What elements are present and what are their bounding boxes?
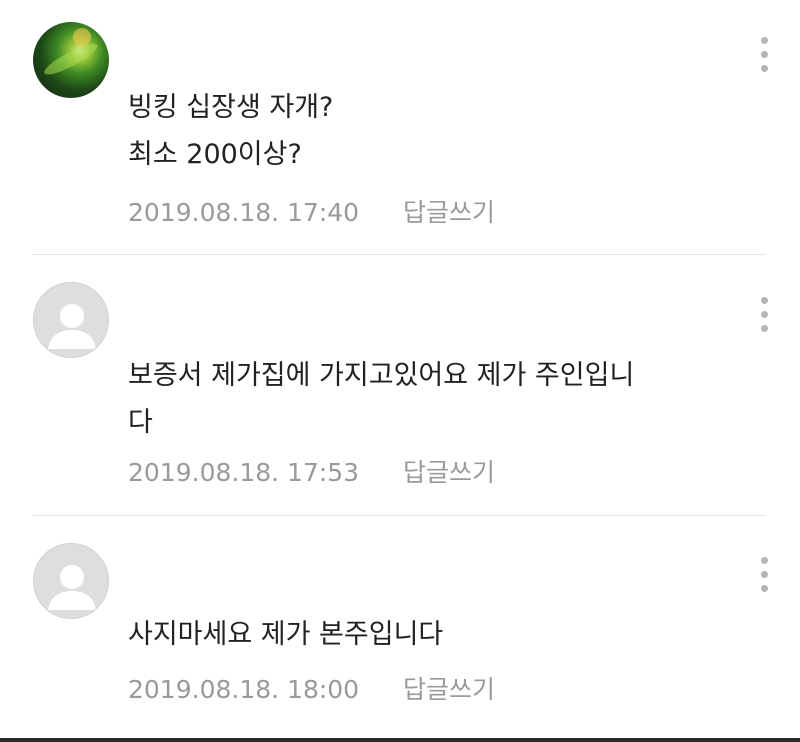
comment-text-line: 다 [128,407,153,438]
comment-divider [33,254,766,255]
more-options-icon[interactable] [755,555,775,595]
comment-text: 사지마세요 제가 본주입니다 [128,611,730,658]
user-avatar[interactable] [33,22,109,98]
comment-text: 빙킹 십장생 자개? 최소 200이상? [128,84,730,178]
more-options-icon[interactable] [755,35,775,75]
comment-text-line: 최소 200이상? [128,139,302,170]
comment-meta: 2019.08.18. 18:00 답글쓰기 [128,670,495,706]
default-user-icon [48,304,96,349]
comment-text-line: 보증서 제가집에 가지고있어요 제가 주인입니 [128,360,635,391]
comment-date: 2019.08.18. 17:40 [128,198,360,227]
reply-button[interactable]: 답글쓰기 [403,193,495,229]
bottom-edge-bar [0,738,800,742]
comment-date: 2019.08.18. 18:00 [128,675,360,704]
comment-meta: 2019.08.18. 17:53 답글쓰기 [128,453,495,489]
comment-text: 보증서 제가집에 가지고있어요 제가 주인입니 다 [128,352,730,446]
more-options-icon[interactable] [755,295,775,335]
comment-meta: 2019.08.18. 17:40 답글쓰기 [128,193,495,229]
comment-date: 2019.08.18. 17:53 [128,458,360,487]
default-user-icon [48,565,96,610]
comment-text-line: 빙킹 십장생 자개? [128,92,334,123]
comment-text-line: 사지마세요 제가 본주입니다 [128,619,444,650]
reply-button[interactable]: 답글쓰기 [403,453,495,489]
user-avatar[interactable] [33,543,109,619]
comment-divider [33,515,766,516]
reply-button[interactable]: 답글쓰기 [403,670,495,706]
user-avatar[interactable] [33,282,109,358]
